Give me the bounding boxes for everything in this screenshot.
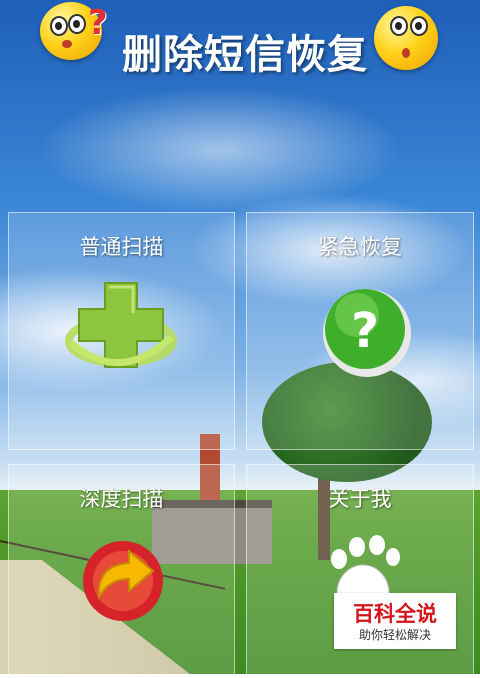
watermark-subtitle: 助你轻松解决 [358, 628, 431, 642]
deep-scan-label: 深度扫描 [79, 487, 164, 511]
refresh-arrow-icon [79, 531, 171, 631]
about-me-label: 关于我 [328, 487, 392, 511]
watermark-badge: 百科全说 助你轻松解决 [334, 593, 456, 649]
watermark-title: 百科全说 [353, 602, 437, 626]
emergency-recovery-button[interactable]: 紧急恢复 ? [246, 212, 474, 450]
green-cross-icon [65, 277, 177, 385]
emergency-recovery-label: 紧急恢复 [318, 235, 402, 259]
normal-scan-button[interactable]: 普通扫描 [8, 212, 235, 450]
page-title: 删除短信恢复 [122, 32, 368, 78]
normal-scan-label: 普通扫描 [79, 235, 164, 259]
deep-scan-button[interactable]: 深度扫描 [8, 464, 235, 678]
confused-smiley-icon: ? [40, 2, 108, 60]
svg-text:?: ? [351, 303, 379, 359]
question-mark-icon: ? [319, 283, 415, 383]
app-header: ? 删除短信恢复 [0, 0, 480, 90]
surprised-smiley-icon [374, 6, 438, 70]
